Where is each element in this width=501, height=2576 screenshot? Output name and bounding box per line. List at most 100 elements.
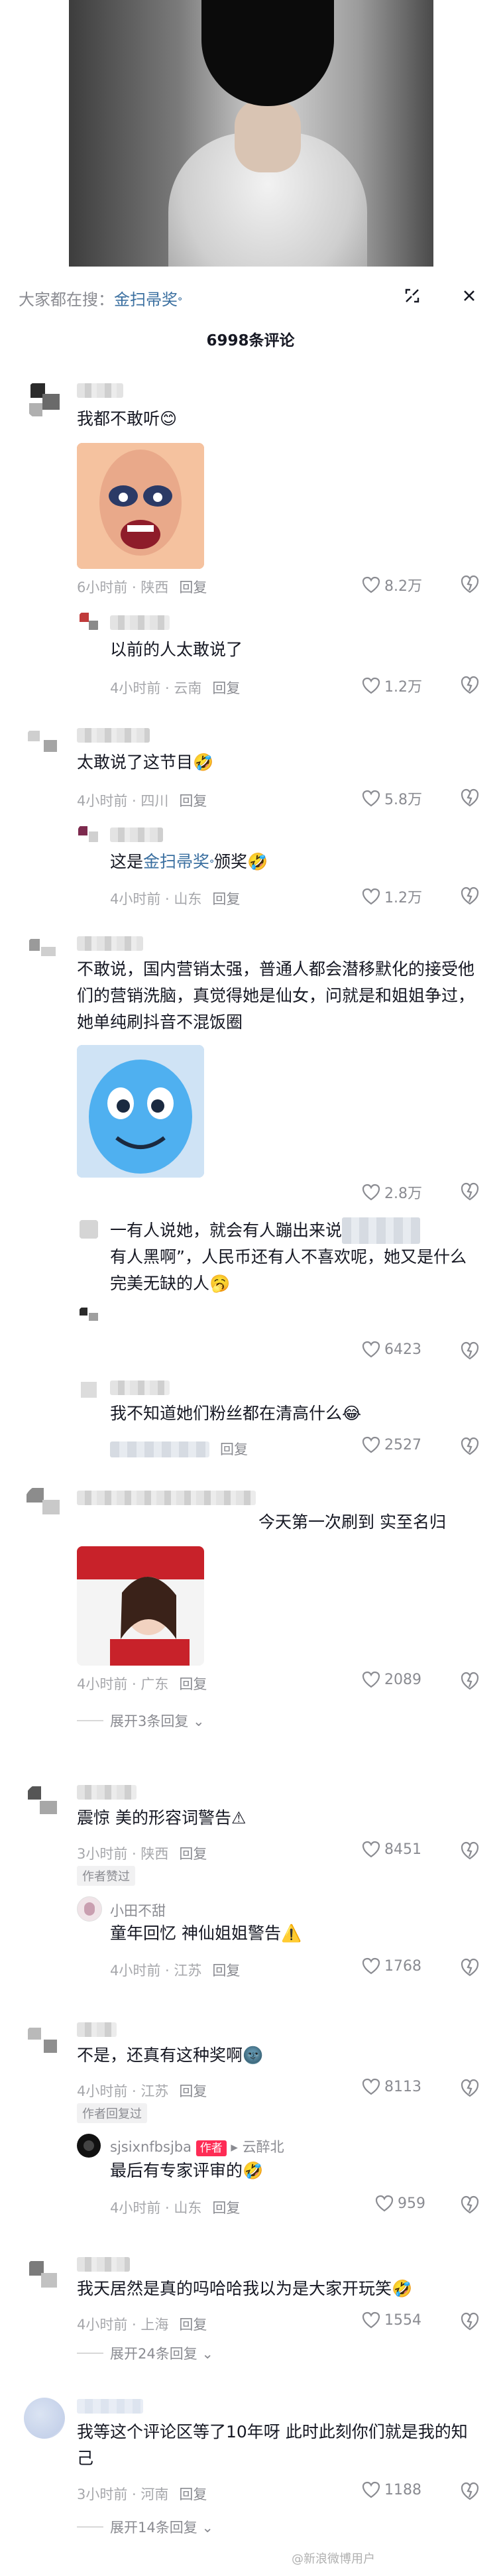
avatar[interactable] xyxy=(24,1484,65,1525)
author-tag: 作者 xyxy=(195,2140,227,2156)
like-count: 8451 xyxy=(384,1841,421,1858)
reply-button[interactable]: 回复 xyxy=(220,1441,248,1457)
username[interactable] xyxy=(77,2399,143,2414)
dislike-icon[interactable] xyxy=(460,2311,480,2331)
avatar[interactable] xyxy=(77,1896,102,1922)
dislike-icon[interactable] xyxy=(460,2195,480,2215)
like-button[interactable]: 959 xyxy=(375,2195,425,2212)
like-button[interactable]: 1768 xyxy=(362,1957,421,1975)
like-button[interactable]: 2527 xyxy=(362,1436,421,1453)
like-button[interactable]: 8.2万 xyxy=(362,574,422,595)
comment-text: 我不知道她们粉丝都在清高什么😂 xyxy=(110,1404,362,1423)
heart-icon xyxy=(362,1341,380,1358)
dislike-icon[interactable] xyxy=(460,2078,480,2098)
reply-button[interactable]: 回复 xyxy=(179,793,207,809)
avatar[interactable] xyxy=(24,379,65,420)
comment-text: 不是，还真有这种奖啊🌚 xyxy=(77,2046,264,2065)
like-button[interactable]: 8113 xyxy=(362,2078,421,2095)
avatar[interactable] xyxy=(24,2256,65,2297)
dislike-icon[interactable] xyxy=(460,886,480,906)
like-button[interactable]: 5.8万 xyxy=(362,788,422,809)
like-button[interactable]: 8451 xyxy=(362,1841,421,1858)
avatar[interactable] xyxy=(24,934,65,975)
heart-icon xyxy=(362,2481,380,2498)
avatar[interactable] xyxy=(24,2398,65,2439)
trending-search[interactable]: 大家都在搜：金扫帚奖ᐤ xyxy=(19,286,182,310)
avatar[interactable] xyxy=(77,1378,101,1402)
avatar[interactable] xyxy=(77,1217,101,1241)
avatar[interactable] xyxy=(24,724,65,765)
search-term-link[interactable]: 金扫帚奖 xyxy=(143,852,209,871)
like-count: 2.8万 xyxy=(384,1186,422,1202)
dislike-icon[interactable] xyxy=(460,1671,480,1691)
like-button[interactable]: 1188 xyxy=(362,2481,421,2498)
reply-button[interactable]: 回复 xyxy=(179,1676,207,1692)
heart-icon xyxy=(362,576,380,593)
username[interactable] xyxy=(110,615,170,630)
username[interactable] xyxy=(77,1491,256,1505)
dislike-icon[interactable] xyxy=(460,675,480,695)
username[interactable]: 小田不甜 xyxy=(110,1900,166,1920)
heart-icon xyxy=(362,888,380,905)
dislike-icon[interactable] xyxy=(460,1436,480,1456)
like-button[interactable]: 6423 xyxy=(362,1341,421,1358)
username[interactable] xyxy=(77,936,143,951)
close-icon[interactable] xyxy=(455,281,484,310)
expand-replies-button[interactable]: 展开14条回复 ⌄ xyxy=(110,2517,213,2537)
expand-replies-button[interactable]: 展开24条回复 ⌄ xyxy=(110,2343,213,2363)
username[interactable] xyxy=(77,383,123,398)
dislike-icon[interactable] xyxy=(460,1182,480,1201)
reply-button[interactable]: 回复 xyxy=(179,1846,207,1862)
like-count: 2527 xyxy=(384,1436,421,1453)
dislike-icon[interactable] xyxy=(460,1957,480,1977)
username[interactable] xyxy=(110,828,163,842)
like-count: 1768 xyxy=(384,1957,421,1975)
expand-replies-button[interactable]: 展开3条回复 ⌄ xyxy=(110,1711,205,1731)
comment-text: 今天第一次刷到 实至名归 xyxy=(258,1512,446,1532)
comment-count: 6998条评论 xyxy=(206,332,295,349)
dislike-icon[interactable] xyxy=(460,2481,480,2501)
username[interactable] xyxy=(77,728,150,743)
username[interactable] xyxy=(110,1380,170,1395)
like-button[interactable]: 2.8万 xyxy=(362,1182,422,1203)
like-button[interactable]: 1.2万 xyxy=(362,886,422,907)
reply-button[interactable]: 回复 xyxy=(179,2486,207,2502)
search-icon: ᐤ xyxy=(178,294,183,308)
comment-sticker[interactable] xyxy=(77,1546,204,1666)
dislike-icon[interactable] xyxy=(460,788,480,808)
comment-sticker[interactable] xyxy=(77,443,204,569)
avatar[interactable] xyxy=(24,2021,65,2062)
like-button[interactable]: 1554 xyxy=(362,2311,421,2329)
video-player[interactable] xyxy=(0,0,501,272)
username[interactable]: sjsixnfbsjba xyxy=(110,2139,192,2155)
author-liked-badge: 作者赞过 xyxy=(77,1866,135,1886)
username[interactable] xyxy=(77,2022,117,2037)
reply-button[interactable]: 回复 xyxy=(212,680,240,696)
dislike-icon[interactable] xyxy=(460,1841,480,1861)
reply-button[interactable]: 回复 xyxy=(212,1963,240,1979)
avatar[interactable] xyxy=(77,1305,101,1329)
expand-icon[interactable] xyxy=(398,281,427,310)
avatar[interactable] xyxy=(77,2134,101,2158)
comment-sticker[interactable] xyxy=(77,1045,204,1178)
dislike-icon[interactable] xyxy=(460,574,480,594)
avatar[interactable] xyxy=(77,610,101,634)
heart-icon xyxy=(362,677,380,694)
search-term-link[interactable]: 金扫帚奖 xyxy=(114,290,178,309)
reply-button[interactable]: 回复 xyxy=(179,2083,207,2099)
username[interactable] xyxy=(77,1785,137,1800)
reply-button[interactable]: 回复 xyxy=(212,891,240,907)
username[interactable] xyxy=(77,2257,130,2272)
comment-text: 以前的人太敢说了 xyxy=(110,640,243,659)
heart-icon xyxy=(362,1184,380,1201)
like-button[interactable]: 1.2万 xyxy=(362,675,422,696)
reply-button[interactable]: 回复 xyxy=(179,2317,207,2333)
reply-to-user[interactable]: 云醉北 xyxy=(243,2139,284,2155)
like-button[interactable]: 2089 xyxy=(362,1671,421,1688)
comment-meta: 4小时前 · 山东 回复 xyxy=(110,2200,241,2216)
reply-button[interactable]: 回复 xyxy=(179,580,207,595)
dislike-icon[interactable] xyxy=(460,1341,480,1361)
avatar[interactable] xyxy=(77,822,101,846)
avatar[interactable] xyxy=(24,1782,65,1823)
reply-button[interactable]: 回复 xyxy=(212,2200,240,2216)
